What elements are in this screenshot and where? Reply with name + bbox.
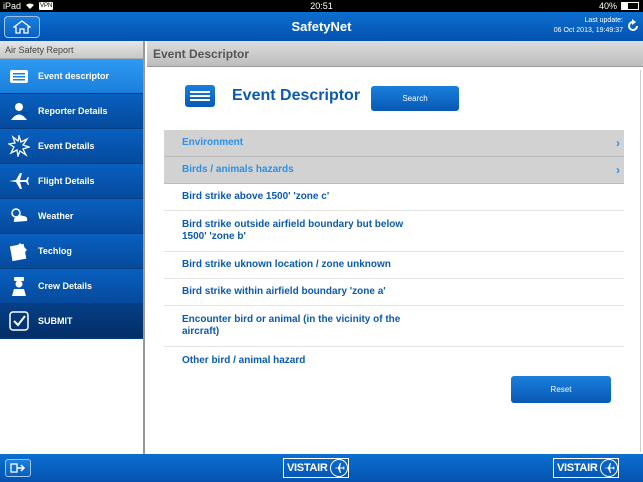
event-burst-icon (0, 129, 38, 164)
sidebar-item-label: SUBMIT (38, 316, 73, 326)
sidebar-item-crew-details[interactable]: Crew Details (0, 269, 143, 304)
main-header: Event Descriptor (147, 41, 643, 67)
battery-icon (621, 2, 639, 10)
sidebar-item-label: Weather (38, 211, 74, 221)
last-update-value: 06 Oct 2013, 19:49:37 (553, 27, 623, 34)
list-item-label: Other bird / animal hazard (182, 354, 306, 366)
list-item-label: Bird strike above 1500' 'zone c' (182, 191, 330, 202)
sidebar-item-flight-details[interactable]: Flight Details (0, 164, 143, 199)
vistair-logo: VISTAIR (553, 458, 620, 478)
list-item-label: Bird strike outside airfield boundary bu… (182, 219, 404, 242)
logout-button[interactable] (5, 459, 31, 477)
status-time: 20:51 (310, 1, 333, 11)
search-button[interactable]: Search (371, 86, 459, 111)
sidebar-item-label: Event Details (38, 141, 95, 151)
list-item[interactable]: Bird strike above 1500' 'zone c' (164, 184, 624, 211)
sidebar-item-techlog[interactable]: Techlog (0, 234, 143, 269)
sidebar-item-submit[interactable]: SUBMIT (0, 304, 143, 339)
list-item-label: Bird strike uknown location / zone unkno… (182, 259, 391, 270)
logo-text: VISTAIR (287, 462, 328, 474)
crew-icon (0, 269, 38, 304)
sidebar-item-weather[interactable]: Weather (0, 199, 143, 234)
descriptor-list: Environment › Birds / animals hazards › … (164, 130, 624, 374)
top-nav-bar: SafetyNet Last update: 06 Oct 2013, 19:4… (0, 12, 643, 41)
list-item[interactable]: Encounter bird or animal (in the vicinit… (164, 306, 624, 347)
sidebar-item-label: Reporter Details (38, 106, 108, 116)
list-item-label: Encounter bird or animal (in the vicinit… (182, 314, 401, 337)
sidebar: Air Safety Report Event descriptor Repor… (0, 41, 145, 454)
scrollbar[interactable] (638, 68, 643, 454)
last-update: Last update: 06 Oct 2013, 19:49:37 (554, 16, 623, 36)
techlog-icon (0, 234, 38, 269)
title-row: Event Descriptor (185, 85, 360, 107)
list-item[interactable]: Other bird / animal hazard (164, 347, 624, 374)
list-icon (0, 59, 38, 94)
checkbox-icon (0, 304, 38, 339)
sidebar-item-event-details[interactable]: Event Details (0, 129, 143, 164)
list-item-label: Environment (182, 137, 244, 148)
chevron-right-icon: › (616, 136, 620, 150)
refresh-icon[interactable] (626, 19, 640, 33)
app-title: SafetyNet (291, 19, 352, 34)
list-item-birds-animals[interactable]: Birds / animals hazards › (164, 157, 624, 184)
status-bar: iPad VPN 20:51 40% (0, 0, 643, 12)
page-title: Event Descriptor (232, 87, 361, 104)
logo-text: VISTAIR (557, 462, 598, 474)
airplane-icon (600, 459, 619, 477)
list-item-environment[interactable]: Environment › (164, 130, 624, 157)
logout-icon (10, 463, 26, 473)
sidebar-item-label: Flight Details (38, 176, 95, 186)
weather-icon (0, 199, 38, 234)
main-panel: Event Descriptor Event Descriptor Search… (147, 41, 643, 454)
list-item[interactable]: Bird strike within airfield boundary 'zo… (164, 279, 624, 306)
sidebar-item-event-descriptor[interactable]: Event descriptor (0, 59, 143, 94)
airplane-icon (0, 164, 38, 199)
list-item[interactable]: Bird strike uknown location / zone unkno… (164, 252, 624, 279)
sidebar-item-label: Event descriptor (38, 71, 110, 81)
battery-percent: 40% (598, 1, 617, 11)
sidebar-header: Air Safety Report (0, 41, 143, 59)
bottom-bar: VISTAIR VISTAIR (0, 454, 643, 482)
reporter-icon (0, 94, 38, 129)
sidebar-item-label: Techlog (38, 246, 72, 256)
vistair-logo: VISTAIR (283, 458, 350, 478)
sidebar-item-label: Crew Details (38, 281, 93, 291)
list-icon (185, 85, 215, 107)
chevron-right-icon: › (616, 163, 620, 177)
reset-button[interactable]: Reset (511, 376, 611, 403)
list-item-label: Birds / animals hazards (182, 164, 294, 175)
list-item[interactable]: Bird strike outside airfield boundary bu… (164, 211, 624, 252)
sidebar-item-reporter-details[interactable]: Reporter Details (0, 94, 143, 129)
airplane-icon (330, 459, 349, 477)
last-update-label: Last update: (584, 17, 623, 24)
list-item-label: Bird strike within airfield boundary 'zo… (182, 286, 386, 297)
